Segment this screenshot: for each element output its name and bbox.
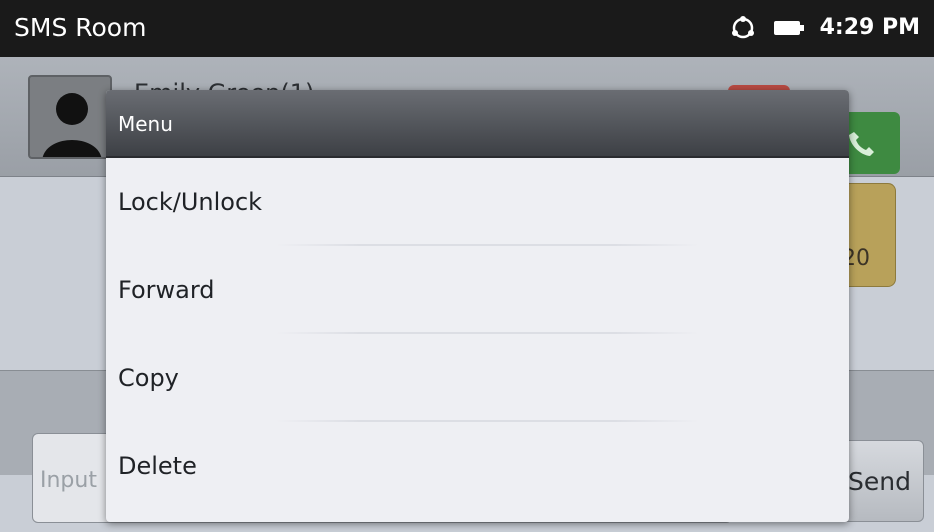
menu-item-delete[interactable]: Delete [106, 422, 849, 510]
menu-item-label: Forward [118, 276, 215, 304]
clock: 4:29 PM [819, 15, 920, 40]
menu-item-label: Delete [118, 452, 197, 480]
context-menu: Menu Lock/Unlock Forward Copy Delete [106, 90, 849, 522]
menu-item-forward[interactable]: Forward [106, 246, 849, 334]
phone-icon [849, 132, 874, 156]
app-title: SMS Room [14, 13, 147, 42]
sync-icon [731, 16, 754, 39]
status-bar: SMS Room 4:29 PM [0, 0, 934, 57]
status-indicators: 4:29 PM [730, 12, 920, 44]
input-placeholder: Input [40, 468, 97, 493]
menu-item-label: Lock/Unlock [118, 188, 263, 216]
battery-icon [773, 21, 804, 35]
menu-header: Menu [106, 90, 849, 158]
person-icon [43, 93, 101, 157]
menu-title: Menu [118, 112, 173, 136]
menu-item-label: Copy [118, 364, 179, 392]
avatar[interactable] [28, 75, 112, 159]
menu-item-lock-unlock[interactable]: Lock/Unlock [106, 158, 849, 246]
menu-item-copy[interactable]: Copy [106, 334, 849, 422]
send-label: Send [848, 467, 911, 496]
